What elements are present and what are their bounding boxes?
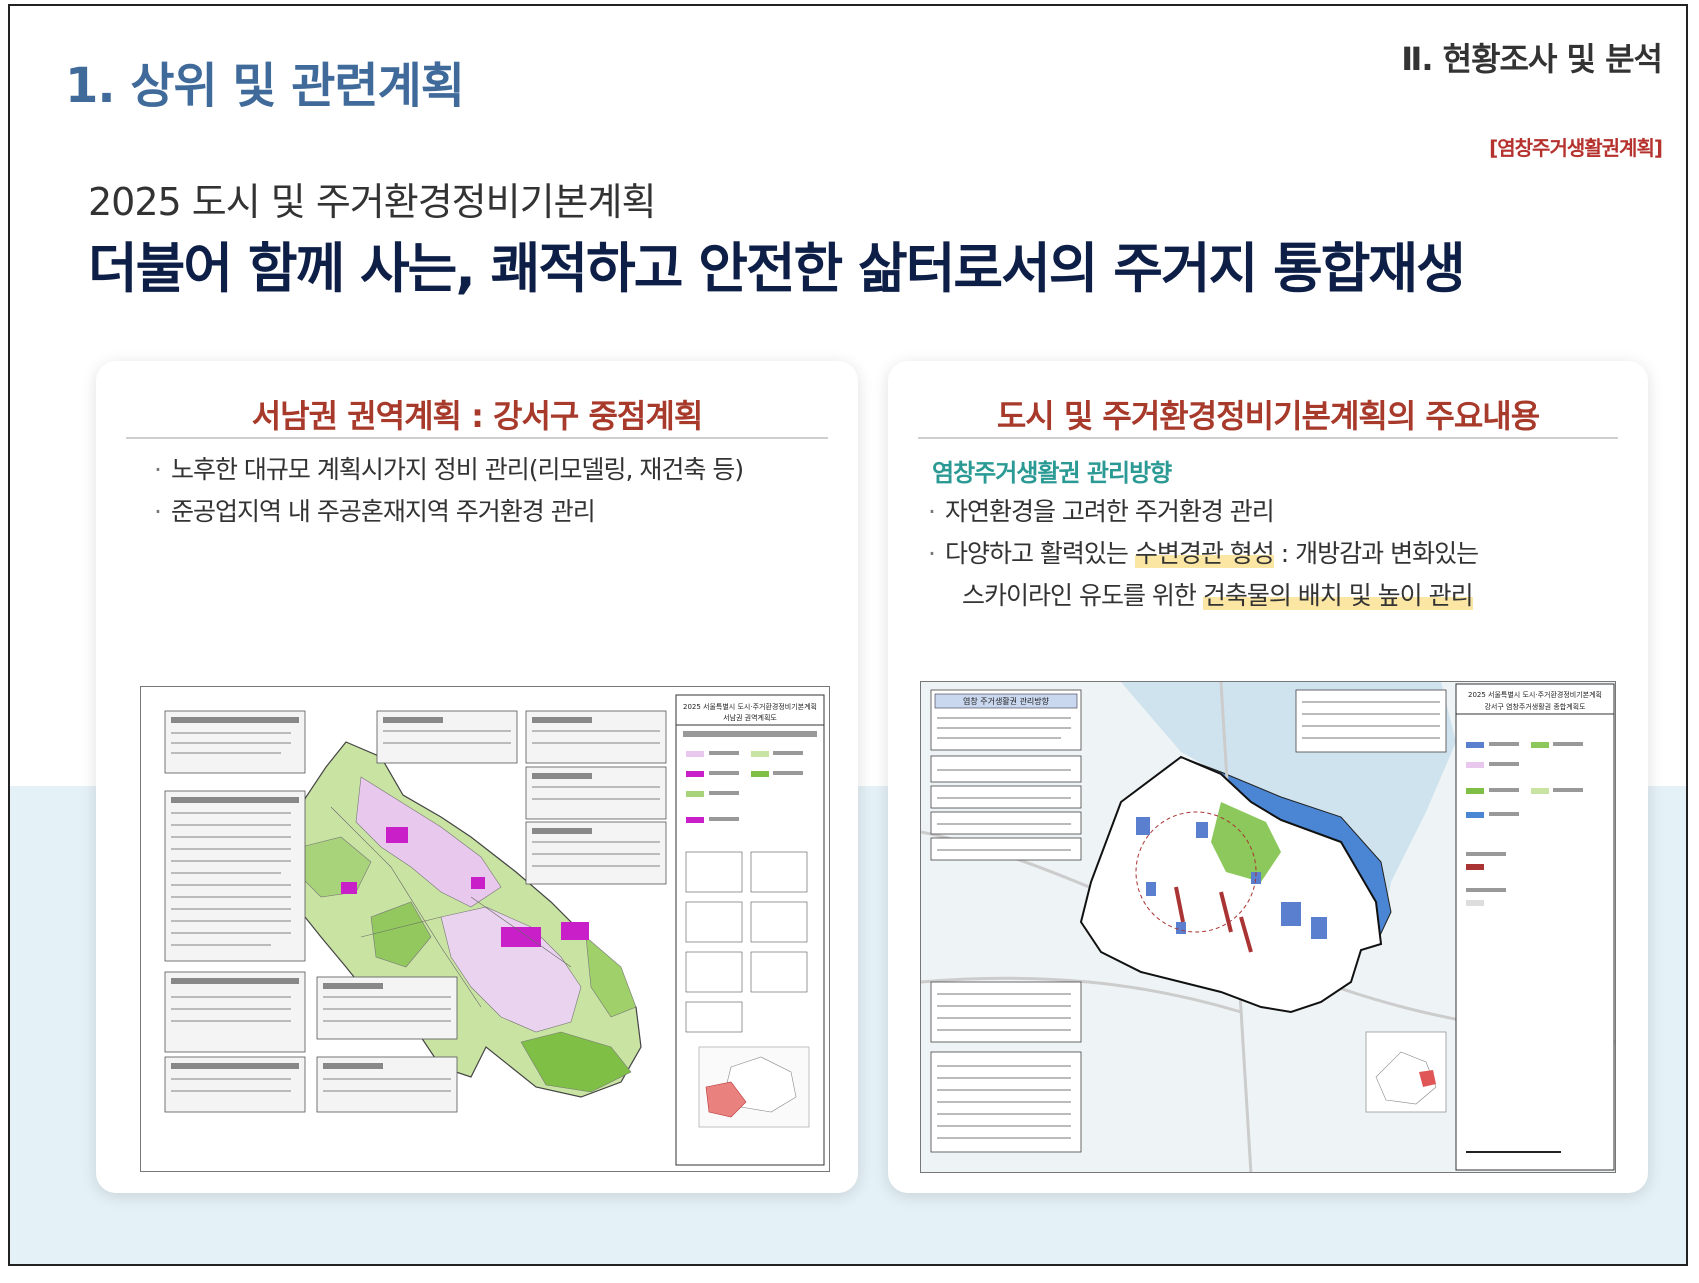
- living-zone-plan-map: 염창 주거생활권 관리방향 2025 서울특별시 도시·주거환경정비기본계획 강…: [921, 682, 1615, 1172]
- bullet-icon: ·: [154, 497, 162, 526]
- plan-tag: [염창주거생활권계획]: [1489, 136, 1663, 160]
- highlighted-text: 수변경관 형성: [1134, 539, 1275, 568]
- subtitle: 2025 도시 및 주거환경정비기본계획: [88, 180, 656, 224]
- map-legend-subtitle: 서남권 권역계획도: [723, 713, 777, 722]
- bullet-item: · 준공업지역 내 주공혼재지역 주거환경 관리: [154, 497, 596, 526]
- management-direction-subhead: 염창주거생활권 관리방향: [932, 459, 1172, 487]
- section-title: 1. 상위 및 관련계획: [65, 58, 465, 114]
- card-main-contents: 도시 및 주거환경정비기본계획의 주요내용 염창주거생활권 관리방향 · 자연환경…: [888, 361, 1648, 1193]
- map-image-regional: 2025 서울특별시 도시·주거환경정비기본계획 서남권 권역계획도: [140, 686, 830, 1172]
- highlighted-text: 건축물의 배치 및 높이 관리: [1202, 581, 1474, 610]
- divider: [126, 437, 828, 439]
- divider: [918, 437, 1618, 439]
- map-legend-subtitle: 강서구 염창주거생활권 종합계획도: [1484, 702, 1586, 711]
- card-title: 서남권 권역계획 : 강서구 중점계획: [251, 397, 704, 435]
- bullet-list: · 노후한 대규모 계획시가지 정비 관리(리모델링, 재건축 등) · 준공업지역…: [154, 449, 744, 533]
- bullet-item: · 다양하고 활력있는 수변경관 형성 : 개방감과 변화있는: [928, 539, 1479, 568]
- slide: 1. 상위 및 관련계획 Ⅱ. 현황조사 및 분석 [염창주거생활권계획] 20…: [8, 4, 1688, 1266]
- bullet-item: · 자연환경을 고려한 주거환경 관리: [928, 497, 1275, 526]
- card-title: 도시 및 주거환경정비기본계획의 주요내용: [996, 397, 1540, 435]
- map-legend-title: 2025 서울특별시 도시·주거환경정비기본계획: [683, 702, 817, 711]
- map-image-living-zone: 염창 주거생활권 관리방향 2025 서울특별시 도시·주거환경정비기본계획 강…: [920, 681, 1616, 1173]
- bullet-continuation: 스카이라인 유도를 위한 건축물의 배치 및 높이 관리: [962, 581, 1474, 610]
- bullet-list: · 자연환경을 고려한 주거환경 관리 · 다양하고 활력있는 수변경관 형성 : …: [928, 491, 1479, 617]
- bullet-item: · 노후한 대규모 계획시가지 정비 관리(리모델링, 재건축 등): [154, 455, 744, 484]
- headline: 더불어 함께 사는, 쾌적하고 안전한 삶터로서의 주거지 통합재생: [88, 237, 1466, 300]
- bullet-icon: ·: [928, 539, 936, 568]
- card-regional-plan: 서남권 권역계획 : 강서구 중점계획 · 노후한 대규모 계획시가지 정비 관리…: [96, 361, 858, 1193]
- bullet-icon: ·: [928, 497, 936, 526]
- bullet-icon: ·: [154, 455, 162, 484]
- regional-plan-map: 2025 서울특별시 도시·주거환경정비기본계획 서남권 권역계획도: [141, 687, 829, 1171]
- map-panel-title: 염창 주거생활권 관리방향: [963, 696, 1050, 706]
- chapter-label: Ⅱ. 현황조사 및 분석: [1401, 40, 1663, 78]
- map-legend-title: 2025 서울특별시 도시·주거환경정비기본계획: [1468, 690, 1602, 699]
